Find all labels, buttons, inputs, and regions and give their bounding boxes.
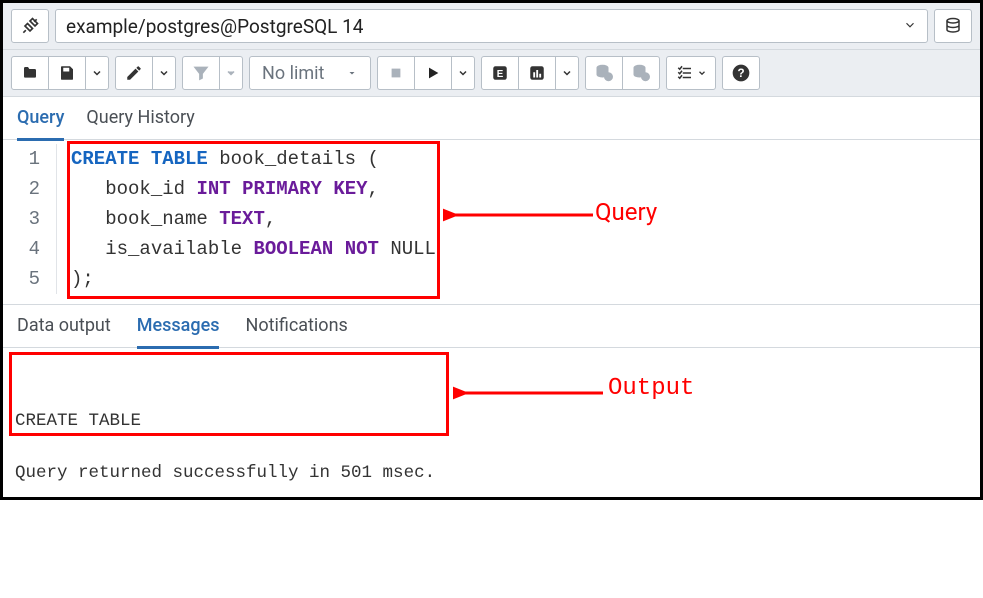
svg-text:?: ? xyxy=(738,67,745,80)
chevron-down-icon xyxy=(91,67,103,79)
caret-down-icon xyxy=(346,67,358,79)
chevron-down-icon xyxy=(457,67,469,79)
svg-text:E: E xyxy=(497,69,504,80)
chevron-down-icon xyxy=(697,68,707,78)
rollback-button[interactable] xyxy=(622,56,660,90)
disk-check-icon xyxy=(594,64,614,82)
database-icon xyxy=(944,17,962,35)
macros-button[interactable] xyxy=(666,56,716,90)
commit-button[interactable] xyxy=(585,56,623,90)
help-icon: ? xyxy=(731,63,751,83)
filter-button[interactable] xyxy=(182,56,220,90)
explain-button[interactable]: E xyxy=(481,56,519,90)
messages-pane: CREATE TABLE Query returned successfully… xyxy=(3,348,980,598)
explain-icon: E xyxy=(491,64,509,82)
row-limit-select[interactable]: No limit xyxy=(249,56,371,90)
plug-icon xyxy=(20,16,40,36)
barchart-icon xyxy=(528,64,546,82)
output-annotation-label: Output xyxy=(608,376,694,402)
tab-query-history[interactable]: Query History xyxy=(86,107,194,139)
chevron-down-icon xyxy=(158,67,170,79)
folder-icon xyxy=(21,65,39,81)
help-button[interactable]: ? xyxy=(722,56,760,90)
list-check-icon xyxy=(675,64,695,82)
tab-query[interactable]: Query xyxy=(17,107,64,141)
save-dropdown[interactable] xyxy=(85,56,109,90)
editor-tabs: Query Query History xyxy=(3,97,980,140)
execute-dropdown[interactable] xyxy=(451,56,475,90)
stop-icon xyxy=(389,66,403,80)
stop-button[interactable] xyxy=(377,56,415,90)
output-arrow xyxy=(453,378,603,408)
line-number-gutter: 12345 xyxy=(3,144,57,294)
row-limit-label: No limit xyxy=(262,63,324,84)
chevron-down-icon xyxy=(561,67,573,79)
sql-editor-area: 12345 CREATE TABLE book_details ( book_i… xyxy=(3,140,980,294)
server-icon-button[interactable] xyxy=(934,9,972,43)
play-icon xyxy=(425,65,441,81)
edit-dropdown[interactable] xyxy=(152,56,176,90)
messages-text: CREATE TABLE Query returned successfully… xyxy=(15,408,968,486)
chevron-down-icon xyxy=(903,18,917,35)
funnel-icon xyxy=(192,64,210,82)
filter-dropdown[interactable] xyxy=(219,56,243,90)
connection-label: example/postgres@PostgreSQL 14 xyxy=(66,15,364,38)
tab-data-output[interactable]: Data output xyxy=(17,315,111,347)
explain-dropdown[interactable] xyxy=(555,56,579,90)
chevron-down-icon xyxy=(225,67,237,79)
open-file-button[interactable] xyxy=(11,56,49,90)
disk-undo-icon xyxy=(631,64,651,82)
execute-button[interactable] xyxy=(414,56,452,90)
connection-bar: example/postgres@PostgreSQL 14 xyxy=(3,3,980,50)
edit-button[interactable] xyxy=(115,56,153,90)
connection-icon-button[interactable] xyxy=(11,9,49,43)
explain-analyze-button[interactable] xyxy=(518,56,556,90)
pencil-icon xyxy=(125,64,143,82)
save-icon xyxy=(58,64,76,82)
save-file-button[interactable] xyxy=(48,56,86,90)
query-toolbar: No limit E xyxy=(3,50,980,97)
sql-editor[interactable]: 12345 CREATE TABLE book_details ( book_i… xyxy=(3,144,980,294)
connection-select[interactable]: example/postgres@PostgreSQL 14 xyxy=(55,9,928,43)
tab-notifications[interactable]: Notifications xyxy=(245,315,347,347)
output-tabs: Data output Messages Notifications xyxy=(3,304,980,348)
code-content[interactable]: CREATE TABLE book_details ( book_id INT … xyxy=(57,144,436,294)
tab-messages[interactable]: Messages xyxy=(137,315,220,349)
